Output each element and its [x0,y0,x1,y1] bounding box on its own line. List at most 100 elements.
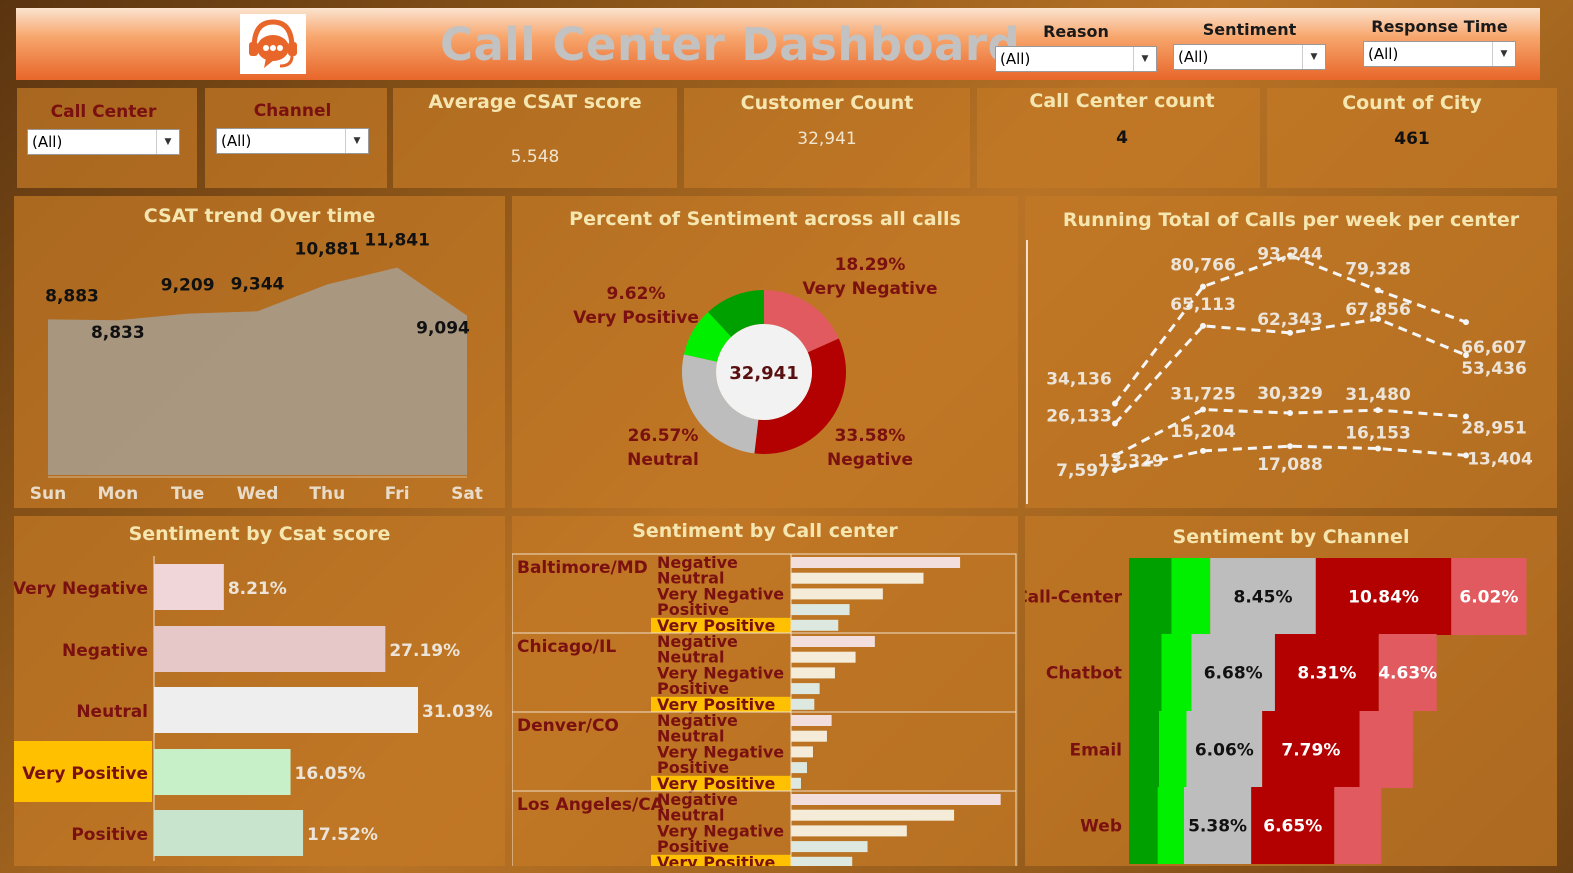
running-total-data-label: 30,329 [1257,384,1323,404]
headset-chat-icon [249,19,297,68]
call-center-name: Los Angeles/CA [517,795,665,815]
sentiment-filter-label: Sentiment [1202,20,1297,39]
csat-trend-data-label: 9,209 [161,276,215,296]
csat-bar [154,687,418,733]
channel-category-label: Call-Center [1025,588,1123,608]
channel-filter-value: (All) [221,132,252,150]
channel-bar-segment [1158,711,1187,788]
channel-category-label: Email [1070,741,1122,761]
channel-bar-segment [1334,787,1382,864]
sentiment-by-csat-chart: Very Negative 8.21% Negative 27.19% Neutral 3… [14,556,493,861]
running-total-data-label: 34,136 [1046,369,1112,389]
csat-trend-tick-label: Sun [30,484,66,504]
running-total-data-label: 15,204 [1170,422,1236,442]
running-total-data-label: 79,328 [1345,259,1411,279]
kpi-call-center-count-value: 4 [1116,128,1128,148]
call-center-filter-label: Call Center [50,102,157,122]
running-total-point [1375,407,1381,414]
csat-bars-category-label: Negative [62,641,148,661]
running-total-point [1287,443,1293,450]
channel-bar-segment [1157,787,1184,864]
call-center-filter-dropdown[interactable]: (All) ▼ [27,129,180,155]
running-total-data-label: 31,725 [1170,385,1236,405]
call-center-bar [791,730,827,742]
donut-name-label: Neutral [627,450,699,470]
csat-bars-category-label: Very Positive [22,764,148,784]
kpi-avg-csat-title: Average CSAT score [428,91,642,113]
csat-trend-data-label: 8,883 [45,286,99,306]
call-center-bar [791,841,868,853]
caret-down-icon: ▼ [1302,45,1325,69]
channel-bar-label: 6.02% [1459,588,1518,608]
channel-bar-label: 6.68% [1204,664,1263,684]
call-center-bar [791,777,801,789]
channel-bar-label: 6.65% [1263,817,1322,837]
donut-center-label: 32,941 [729,363,798,384]
response-time-filter-dropdown[interactable]: (All) ▼ [1363,41,1516,67]
channel-bar-segment [1161,634,1192,711]
running-total-point [1463,319,1469,326]
running-total-data-label: 62,343 [1257,310,1323,330]
call-center-bar [791,604,850,616]
sentiment-filter-value: (All) [1178,48,1209,66]
kpi-customer-count-value: 32,941 [797,129,857,149]
call-center-bar [791,698,815,710]
call-center-bar [791,588,883,600]
channel-bar-segment [1129,558,1172,635]
running-total-data-label: 53,436 [1461,359,1527,379]
reason-filter-value: (All) [1000,50,1031,68]
running-total-data-label: 31,480 [1345,385,1411,405]
call-center-bar [791,651,856,663]
sentiment-donut-chart: 32,941 18.29% Very Negative 33.58% Negative 2… [573,255,937,470]
call-center-bar [791,825,907,837]
donut-pct-label: 33.58% [835,426,906,446]
running-total-point [1375,287,1381,294]
csat-bar-label: 8.21% [228,579,287,599]
csat-bars-category-label: Very Negative [14,579,148,599]
running-total-data-label: 13,404 [1467,449,1533,469]
csat-bar [154,810,304,856]
call-center-bar [791,762,807,774]
caret-down-icon: ▼ [156,130,179,154]
running-total-point [1200,322,1206,329]
running-total-point [1112,466,1118,473]
sentiment-filter-dropdown[interactable]: (All) ▼ [1173,44,1326,70]
channel-bar-segment [1129,787,1158,864]
response-time-filter-label: Response Time [1371,17,1508,36]
call-center-name: Denver/CO [517,716,619,736]
response-time-filter-value: (All) [1368,45,1399,63]
kpi-city-count-title: Count of City [1342,92,1482,114]
call-center-bar [791,572,924,584]
reason-filter-dropdown[interactable]: (All) ▼ [995,46,1157,72]
call-center-bar [791,557,961,568]
channel-category-label: Chatbot [1046,664,1122,684]
csat-trend-data-label: 9,094 [416,319,470,339]
csat-trend-data-label: 8,833 [91,323,145,343]
channel-bar-segment [1171,558,1211,635]
csat-trend-tick-label: Fri [385,484,410,504]
running-total-point [1200,283,1206,290]
running-total-data-label: 80,766 [1170,256,1236,276]
call-center-bar [791,794,1001,805]
call-center-bar [791,746,813,758]
csat-trend-area [48,267,467,475]
running-total-data-label: 26,133 [1046,407,1112,427]
call-center-sentiment-label: Very Positive [657,853,776,866]
call-center-name: Baltimore/MD [517,558,648,578]
running-total-data-label: 67,856 [1345,300,1411,320]
running-total-data-label: 66,607 [1461,338,1527,358]
csat-bar-label: 27.19% [389,641,460,661]
csat-trend-tick-label: Tue [171,484,204,504]
channel-bar-segment [1129,634,1162,711]
running-total-point [1112,400,1118,407]
channel-filter-dropdown[interactable]: (All) ▼ [216,128,369,154]
call-center-bar [791,856,853,866]
kpi-avg-csat-value: 5.548 [510,147,560,167]
running-total-data-label: 17,088 [1257,455,1323,475]
running-total-point [1112,420,1118,427]
channel-filter-label: Channel [253,101,332,121]
channel-bar-label: 5.38% [1188,817,1247,837]
call-center-bar [791,619,839,631]
donut-name-label: Negative [827,450,913,470]
csat-trend-data-label: 9,344 [231,274,285,294]
